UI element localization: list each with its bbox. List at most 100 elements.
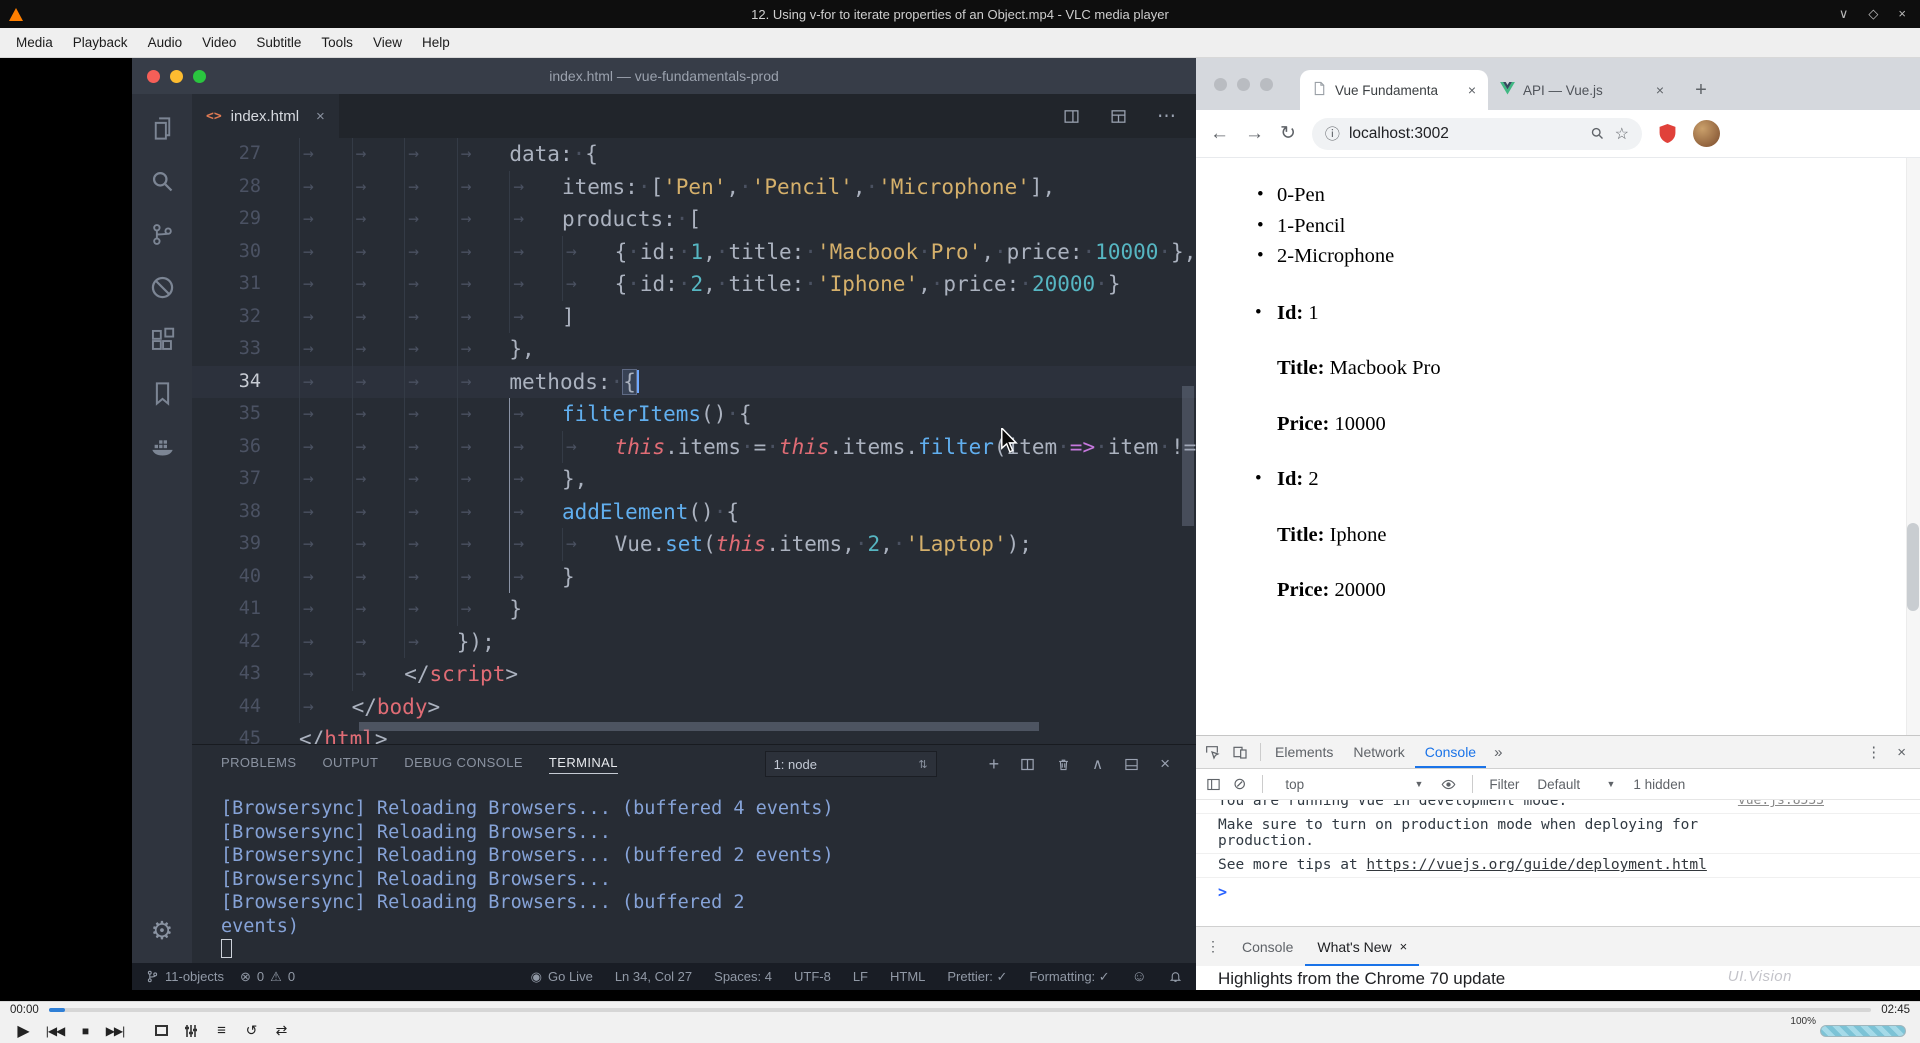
status-item[interactable]: UTF-8 xyxy=(794,969,831,985)
stop-button[interactable]: ■ xyxy=(72,1020,98,1042)
tab-index-html[interactable]: <> index.html × xyxy=(192,94,339,138)
menu-help[interactable]: Help xyxy=(412,28,460,57)
video-area[interactable]: index.html — vue-fundamentals-prod ⚙ <> … xyxy=(0,58,1920,1001)
editor-horizontal-scrollbar[interactable] xyxy=(359,722,1039,731)
devtools-tab-network[interactable]: Network xyxy=(1343,736,1414,768)
inspect-element-icon[interactable] xyxy=(1204,744,1220,760)
status-item[interactable]: Formatting: ✓ xyxy=(1029,969,1109,985)
status-item[interactable]: Spaces: 4 xyxy=(714,969,772,985)
split-terminal-icon[interactable] xyxy=(1020,757,1035,772)
status-item[interactable]: Prettier: ✓ xyxy=(947,969,1007,985)
drawer-tab-console[interactable]: Console xyxy=(1230,927,1305,966)
profile-avatar[interactable] xyxy=(1692,120,1720,147)
kill-terminal-icon[interactable] xyxy=(1056,757,1071,772)
menu-tools[interactable]: Tools xyxy=(311,28,363,57)
chrome-zoom-icon[interactable] xyxy=(1260,78,1273,91)
close-window-icon[interactable] xyxy=(147,69,160,83)
devtools-tab-elements[interactable]: Elements xyxy=(1265,736,1343,768)
console-sidebar-icon[interactable] xyxy=(1206,777,1221,792)
panel-tab-output[interactable]: OUTPUT xyxy=(322,755,378,774)
drawer-menu-icon[interactable]: ⋮ xyxy=(1206,938,1220,955)
live-expression-eye-icon[interactable] xyxy=(1441,777,1456,792)
console-source-link[interactable]: vue.js:8533 xyxy=(1738,800,1824,808)
close-tab-icon[interactable]: × xyxy=(1656,82,1664,98)
next-button[interactable]: ▶▶| xyxy=(102,1020,128,1042)
devtools-close-icon[interactable]: × xyxy=(1897,744,1906,761)
back-icon[interactable]: ← xyxy=(1210,123,1229,145)
extensions-icon[interactable] xyxy=(132,314,192,367)
docker-icon[interactable] xyxy=(132,420,192,473)
close-drawer-tab-icon[interactable]: × xyxy=(1400,939,1408,954)
minimize-icon[interactable]: ∨ xyxy=(1839,6,1849,22)
zoom-icon[interactable] xyxy=(1590,126,1605,141)
reload-icon[interactable]: ↻ xyxy=(1280,122,1296,145)
split-editor-icon[interactable] xyxy=(1110,108,1127,125)
volume-slider[interactable] xyxy=(1820,1024,1906,1037)
status-item[interactable]: Ln 34, Col 27 xyxy=(615,969,692,985)
zoom-window-icon[interactable] xyxy=(193,69,206,83)
maximize-icon[interactable]: ◇ xyxy=(1868,6,1878,22)
git-branch-indicator[interactable]: 11-objects xyxy=(146,969,224,984)
new-tab-icon[interactable]: + xyxy=(1686,75,1716,105)
browser-tab[interactable]: API — Vue.js × xyxy=(1488,70,1676,110)
new-terminal-icon[interactable]: + xyxy=(989,754,1000,775)
panel-tab-terminal[interactable]: TERMINAL xyxy=(548,755,618,774)
log-level-select[interactable]: Default ▼ xyxy=(1531,775,1621,794)
status-item[interactable]: LF xyxy=(853,969,868,985)
device-toolbar-icon[interactable] xyxy=(1232,744,1248,760)
filter-label[interactable]: Filter xyxy=(1489,777,1519,792)
problems-indicator[interactable]: ⊗ 0 ⚠ 0 xyxy=(240,969,295,985)
menu-media[interactable]: Media xyxy=(6,28,63,57)
status-item[interactable]: HTML xyxy=(890,969,925,985)
settings-gear-icon[interactable]: ⚙ xyxy=(132,909,192,953)
maximize-panel-icon[interactable]: ∧ xyxy=(1092,755,1103,773)
source-control-icon[interactable] xyxy=(132,208,192,261)
url-text[interactable]: localhost:3002 xyxy=(1349,125,1581,143)
context-select[interactable]: top ▼ xyxy=(1279,775,1429,794)
hidden-count[interactable]: 1 hidden xyxy=(1633,777,1685,792)
editor-vertical-scrollbar[interactable] xyxy=(1182,386,1194,526)
menu-subtitle[interactable]: Subtitle xyxy=(246,28,311,57)
loop-button[interactable]: ↺ xyxy=(238,1020,264,1042)
bookmark-star-icon[interactable]: ☆ xyxy=(1615,124,1629,144)
open-preview-icon[interactable] xyxy=(1063,108,1080,125)
drawer-tab-whats-new[interactable]: What's New × xyxy=(1305,927,1419,966)
close-icon[interactable]: × xyxy=(1898,6,1906,22)
explorer-icon[interactable] xyxy=(132,102,192,155)
code-editor[interactable]: 27 → → → → data:·{28 → → → → → items:·['Pen',·'Penc… xyxy=(192,138,1196,744)
blocked-circle-icon[interactable] xyxy=(132,261,192,314)
close-tab-icon[interactable]: × xyxy=(1468,82,1476,98)
forward-icon[interactable]: → xyxy=(1245,123,1264,145)
random-button[interactable]: ⇄ xyxy=(268,1020,294,1042)
extended-settings-button[interactable] xyxy=(178,1020,204,1042)
chrome-minimize-icon[interactable] xyxy=(1237,78,1250,91)
minimize-window-icon[interactable] xyxy=(170,69,183,83)
address-bar[interactable]: ⓘ localhost:3002 ☆ xyxy=(1311,117,1642,150)
search-icon[interactable] xyxy=(132,155,192,208)
clear-console-icon[interactable]: ⊘ xyxy=(1233,774,1246,794)
menu-audio[interactable]: Audio xyxy=(138,28,193,57)
notifications-bell-icon[interactable] xyxy=(1169,970,1182,983)
terminal-output[interactable]: [Browsersync] Reloading Browsers... (buf… xyxy=(192,783,1196,963)
page-scrollbar-thumb[interactable] xyxy=(1907,523,1919,611)
menu-video[interactable]: Video xyxy=(192,28,246,57)
feedback-smiley-icon[interactable]: ☺ xyxy=(1132,968,1147,985)
adblock-shield-icon[interactable] xyxy=(1658,123,1677,144)
panel-tab-debug-console[interactable]: DEBUG CONSOLE xyxy=(404,755,523,774)
close-tab-icon[interactable]: × xyxy=(316,108,325,125)
devtools-tab-console[interactable]: Console xyxy=(1415,736,1486,768)
menu-playback[interactable]: Playback xyxy=(63,28,138,57)
page-scrollbar[interactable] xyxy=(1906,158,1920,735)
play-button[interactable]: ▶ xyxy=(8,1020,38,1042)
chrome-close-icon[interactable] xyxy=(1214,78,1227,91)
devtools-menu-icon[interactable]: ⋮ xyxy=(1866,743,1881,761)
browser-page[interactable]: 0-Pen1-Pencil2-Microphone Id: 1Title: Ma… xyxy=(1196,158,1920,735)
go-live-button[interactable]: ◉ Go Live xyxy=(531,969,593,985)
deployment-guide-link[interactable]: https://vuejs.org/guide/deployment.html xyxy=(1366,857,1706,873)
previous-button[interactable]: |◀◀ xyxy=(42,1020,68,1042)
terminal-select[interactable]: 1: node ⇅ xyxy=(764,751,937,777)
site-info-icon[interactable]: ⓘ xyxy=(1325,123,1340,144)
menu-view[interactable]: View xyxy=(363,28,412,57)
browser-tab[interactable]: Vue Fundamenta × xyxy=(1300,70,1488,110)
close-panel-icon[interactable]: × xyxy=(1160,754,1170,774)
